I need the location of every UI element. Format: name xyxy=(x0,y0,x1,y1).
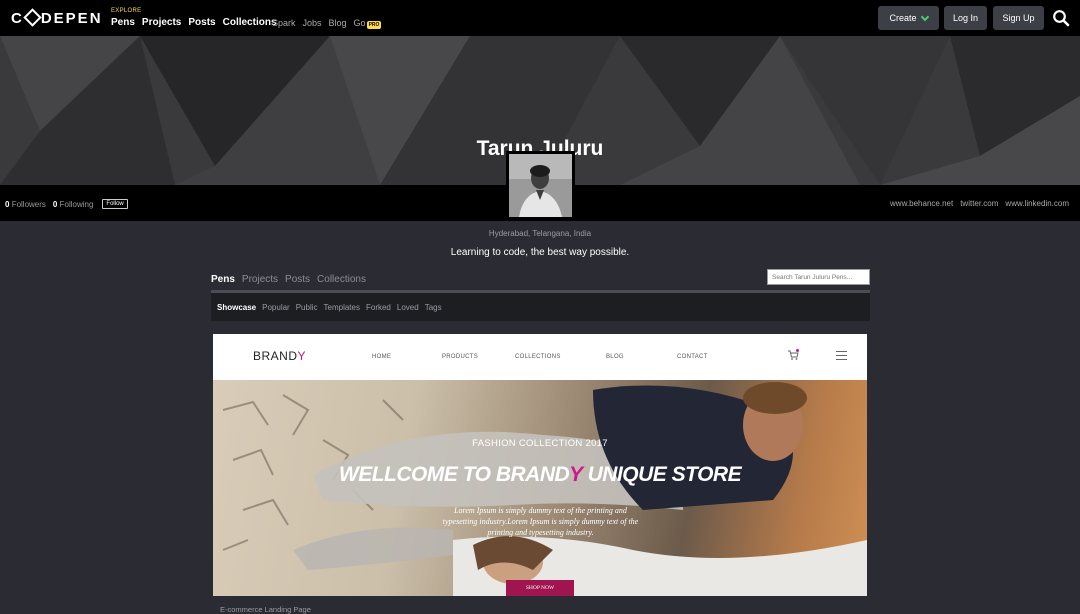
follow-button[interactable]: Follow xyxy=(102,199,128,209)
social-links: www.behance.net twitter.com www.linkedin… xyxy=(890,199,1069,208)
create-button[interactable]: Create xyxy=(878,6,939,30)
profile-tabs: Pens Projects Posts Collections xyxy=(211,274,366,285)
following-count: 0 xyxy=(52,199,58,209)
tab-pens[interactable]: Pens xyxy=(211,274,235,285)
logo-letter: C xyxy=(11,10,24,27)
pen-title[interactable]: E-commerce Landing Page xyxy=(220,605,311,614)
login-button[interactable]: Log In xyxy=(944,6,987,30)
preview-menu-products: PRODUCTS xyxy=(442,354,479,360)
preview-title: WELLCOME TO BRANDY UNIQUE STORE xyxy=(213,463,867,487)
pen-preview-card[interactable]: BRANDY HOME PRODUCTS COLLECTIONS BLOG CO… xyxy=(213,334,867,596)
nav-go-label: Go xyxy=(353,18,366,28)
following-label: Following xyxy=(59,199,94,209)
follow-stats: 0 Followers 0 Following Follow xyxy=(5,199,128,209)
shop-now-button: SHOP NOW xyxy=(506,580,574,596)
avatar-portrait xyxy=(509,154,572,217)
codepen-logo[interactable]: C DEPEN xyxy=(11,8,103,27)
hamburger-menu-icon xyxy=(836,351,847,363)
preview-logo-accent: Y xyxy=(297,349,307,363)
top-nav: C DEPEN EXPLORE Pens Projects Posts Colle… xyxy=(0,0,1080,36)
followers-count: 0 xyxy=(5,199,10,209)
preview-menu-blog: BLOG xyxy=(606,354,624,360)
pro-badge: PRO xyxy=(366,21,382,29)
tab-collections[interactable]: Collections xyxy=(317,274,366,285)
pen-filter-tabs: Showcase Popular Public Templates Forked… xyxy=(211,293,870,321)
preview-kicker: FASHION COLLECTION 2017 xyxy=(472,438,608,449)
twitter-link[interactable]: twitter.com xyxy=(960,199,998,208)
subtab-showcase[interactable]: Showcase xyxy=(217,303,256,312)
explore-label: EXPLORE xyxy=(111,8,142,14)
subtab-tags[interactable]: Tags xyxy=(425,303,442,312)
following-stat[interactable]: 0 Following xyxy=(53,200,93,209)
avatar xyxy=(506,151,575,220)
subtab-templates[interactable]: Templates xyxy=(324,303,360,312)
profile-bio: Learning to code, the best way possible. xyxy=(450,247,630,258)
nav-spark[interactable]: Spark xyxy=(272,18,296,28)
preview-title-accent: Y xyxy=(569,463,583,486)
chevron-down-icon xyxy=(920,12,929,21)
cart-icon xyxy=(788,349,799,360)
secondary-nav: Spark Jobs Blog Go PRO xyxy=(272,18,382,29)
subtab-public[interactable]: Public xyxy=(296,303,318,312)
profile-location: Hyderabad, Telangana, India xyxy=(488,229,592,238)
nav-collections[interactable]: Collections xyxy=(223,17,277,28)
signup-button[interactable]: Sign Up xyxy=(993,6,1044,30)
search-icon[interactable] xyxy=(1052,9,1070,27)
preview-hero-photo xyxy=(222,382,867,596)
preview-menu-collections: COLLECTIONS xyxy=(515,354,561,360)
linkedin-link[interactable]: www.linkedin.com xyxy=(1005,199,1069,208)
nav-blog[interactable]: Blog xyxy=(329,18,347,28)
followers-stat[interactable]: 0 Followers xyxy=(5,200,46,209)
preview-menu-home: HOME xyxy=(372,354,392,360)
followers-label: Followers xyxy=(11,199,46,209)
nav-go[interactable]: Go PRO xyxy=(353,18,382,29)
subtab-forked[interactable]: Forked xyxy=(366,303,391,312)
preview-logo: BRANDY xyxy=(253,349,306,363)
preview-navbar: BRANDY HOME PRODUCTS COLLECTIONS BLOG CO… xyxy=(213,334,867,380)
preview-description: Lorem Ipsum is simply dummy text of the … xyxy=(442,506,639,537)
nav-projects[interactable]: Projects xyxy=(142,17,181,28)
nav-jobs[interactable]: Jobs xyxy=(303,18,322,28)
preview-title-main: WELLCOME TO BRAND xyxy=(338,463,570,486)
preview-logo-main: BRAND xyxy=(253,349,298,363)
subtab-popular[interactable]: Popular xyxy=(262,303,290,312)
create-label: Create xyxy=(889,13,917,23)
preview-menu-contact: CONTACT xyxy=(677,354,708,360)
preview-title-end: UNIQUE STORE xyxy=(582,463,742,486)
nav-pens[interactable]: Pens xyxy=(111,17,135,28)
preview-hero: FASHION COLLECTION 2017 WELLCOME TO BRAN… xyxy=(213,380,867,596)
logo-word: DEPEN xyxy=(40,10,103,27)
tab-projects[interactable]: Projects xyxy=(242,274,278,285)
nav-posts[interactable]: Posts xyxy=(188,17,215,28)
tab-posts[interactable]: Posts xyxy=(285,274,310,285)
main-nav: Pens Projects Posts Collections xyxy=(111,17,277,28)
logo-cube-icon xyxy=(23,8,42,27)
subtab-loved[interactable]: Loved xyxy=(397,303,419,312)
behance-link[interactable]: www.behance.net xyxy=(890,199,953,208)
search-pens-input[interactable] xyxy=(767,269,870,285)
